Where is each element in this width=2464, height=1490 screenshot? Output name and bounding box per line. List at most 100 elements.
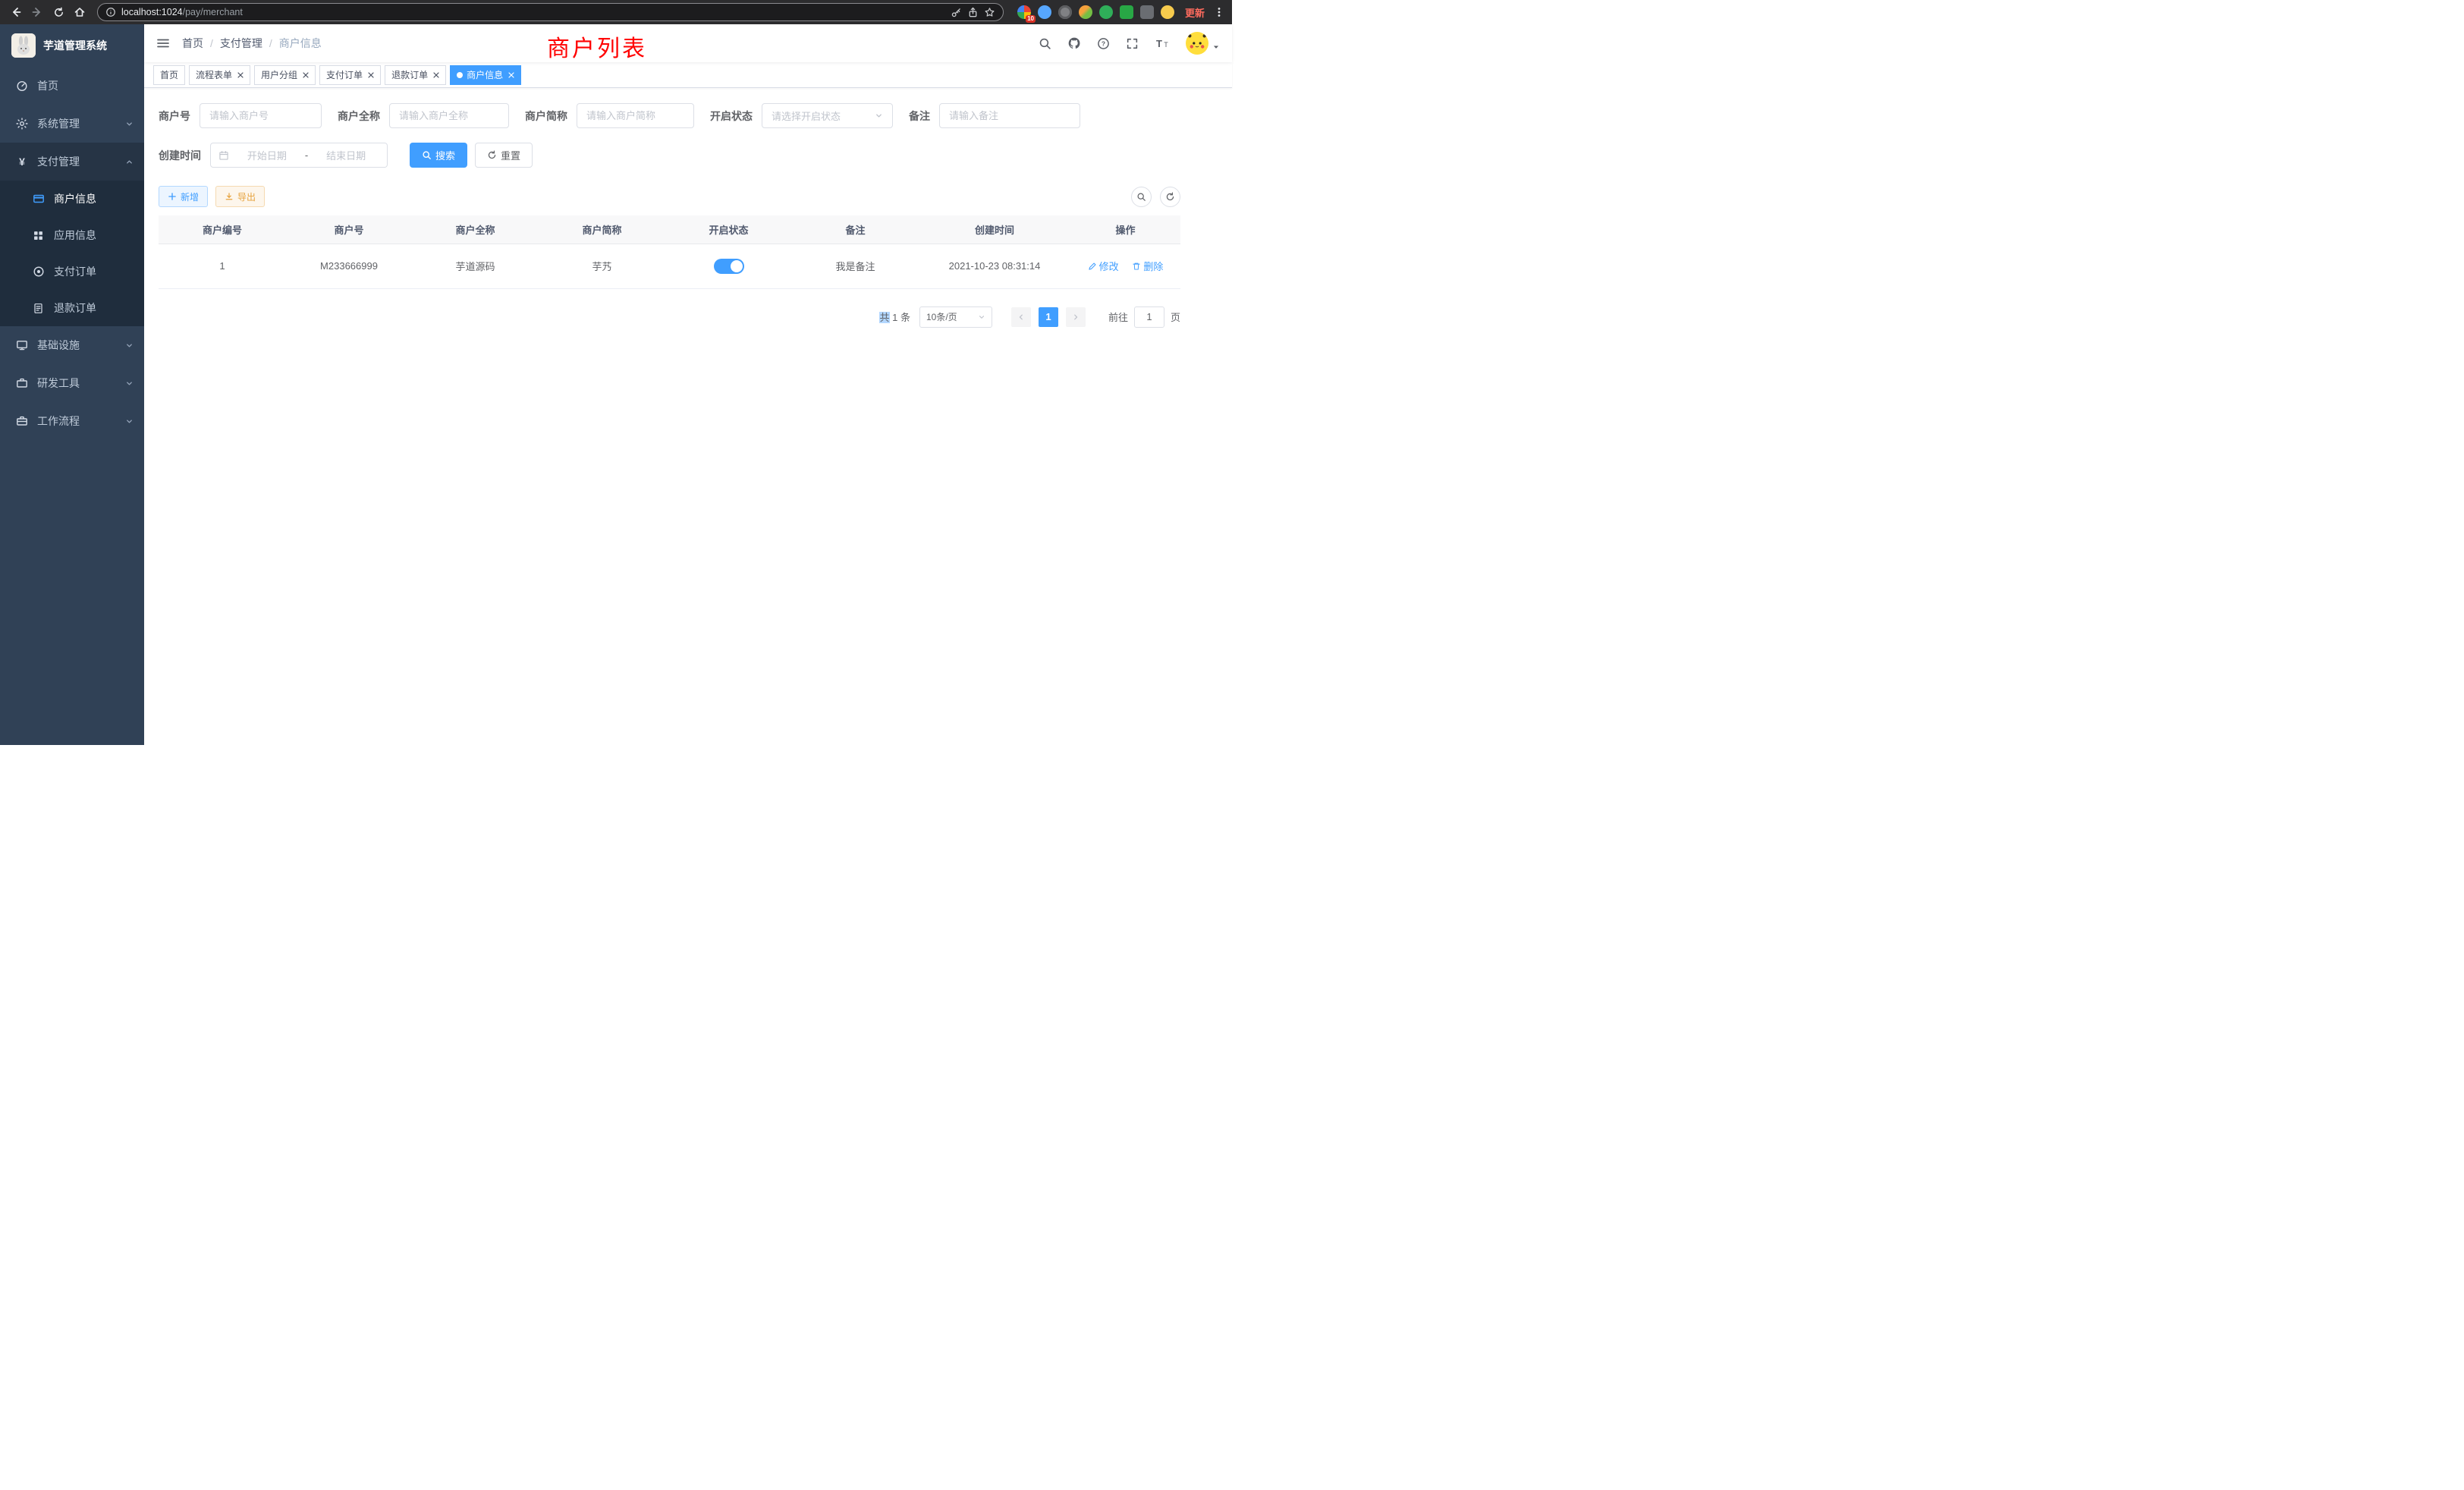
extension-gray-icon[interactable]	[1058, 5, 1072, 19]
reset-button[interactable]: 重置	[475, 143, 533, 168]
url-text: localhost:1024/pay/merchant	[121, 7, 243, 17]
extension-puzzle-icon[interactable]	[1140, 5, 1154, 19]
cell-actions: 修改 删除	[1070, 244, 1180, 288]
svg-text:T: T	[1164, 41, 1168, 49]
browser-update-button[interactable]: 更新	[1185, 5, 1205, 20]
prev-page-button[interactable]	[1011, 307, 1031, 327]
github-icon[interactable]	[1067, 36, 1081, 50]
sidebar-item-label: 基础设施	[37, 338, 80, 353]
sidebar-item-dev-tools[interactable]: 研发工具	[0, 364, 144, 402]
bookmark-star-icon[interactable]	[984, 7, 995, 18]
full-name-input[interactable]	[399, 110, 499, 121]
browser-menu-icon[interactable]	[1214, 6, 1224, 18]
svg-text:T: T	[1156, 38, 1162, 49]
hamburger-icon[interactable]	[156, 36, 170, 50]
extension-green-square-icon[interactable]	[1120, 5, 1133, 19]
browser-refresh-icon[interactable]	[49, 2, 68, 22]
refresh-table-button[interactable]	[1160, 187, 1180, 207]
breadcrumb-payment[interactable]: 支付管理	[220, 36, 262, 51]
cell-short-name: 芋艿	[539, 244, 665, 288]
merchant-no-input[interactable]	[209, 110, 312, 121]
remark-label: 备注	[909, 108, 930, 124]
share-icon[interactable]	[967, 7, 979, 18]
extension-blue-icon[interactable]	[1038, 5, 1051, 19]
sidebar: 芋道管理系统 首页 系统管理 ¥ 支付管理	[0, 24, 144, 745]
fullscreen-icon[interactable]	[1126, 37, 1139, 50]
address-bar[interactable]: localhost:1024/pay/merchant	[97, 3, 1004, 21]
calendar-icon	[218, 150, 229, 161]
short-name-input[interactable]	[586, 110, 684, 121]
create-time-label: 创建时间	[159, 148, 201, 163]
tab-close-icon[interactable]	[433, 72, 439, 78]
tab-user-group[interactable]: 用户分组	[254, 65, 316, 85]
extension-smiley-icon[interactable]	[1161, 5, 1174, 19]
create-time-range-picker[interactable]: 开始日期 - 结束日期	[210, 143, 388, 168]
tab-home[interactable]: 首页	[153, 65, 185, 85]
url-host: localhost:1024	[121, 7, 183, 17]
top-navbar: 首页 / 支付管理 / 商户信息 ? T	[144, 24, 1232, 62]
delete-button[interactable]: 删除	[1132, 259, 1163, 273]
tab-merchant-info[interactable]: 商户信息	[450, 65, 521, 85]
help-icon[interactable]: ?	[1097, 37, 1110, 50]
extension-colorful-icon[interactable]: 10	[1017, 5, 1031, 19]
sidebar-item-workflow[interactable]: 工作流程	[0, 402, 144, 440]
add-button[interactable]: 新增	[159, 186, 208, 207]
col-header-status: 开启状态	[665, 215, 792, 244]
page-size-select[interactable]: 10条/页	[919, 306, 992, 328]
tags-view: 首页 流程表单 用户分组 支付订单 退款订单	[144, 62, 1232, 88]
sidebar-item-label: 研发工具	[37, 376, 80, 391]
sidebar-item-refund-order[interactable]: 退款订单	[0, 290, 144, 326]
toolbox-icon	[15, 377, 28, 389]
page-number-1[interactable]: 1	[1039, 307, 1058, 327]
sidebar-item-label: 首页	[37, 78, 58, 93]
sidebar-item-payment[interactable]: ¥ 支付管理	[0, 143, 144, 181]
search-button[interactable]: 搜索	[410, 143, 467, 168]
sidebar-item-system[interactable]: 系统管理	[0, 105, 144, 143]
tab-close-icon[interactable]	[508, 72, 514, 78]
page-unit-label: 页	[1171, 310, 1180, 324]
password-key-icon[interactable]	[951, 7, 962, 18]
date-end-placeholder: 结束日期	[313, 148, 379, 162]
chevron-down-icon	[125, 379, 134, 388]
extension-avatar-icon[interactable]	[1079, 5, 1092, 19]
next-page-button[interactable]	[1066, 307, 1086, 327]
edit-button[interactable]: 修改	[1088, 259, 1119, 273]
sidebar-item-label: 系统管理	[37, 116, 80, 131]
extension-green-circle-icon[interactable]	[1099, 5, 1113, 19]
browser-home-icon[interactable]	[70, 2, 90, 22]
sidebar-item-app-info[interactable]: 应用信息	[0, 217, 144, 253]
col-header-actions: 操作	[1070, 215, 1180, 244]
app-logo[interactable]: 芋道管理系统	[0, 24, 144, 67]
user-menu[interactable]	[1186, 32, 1220, 55]
tab-pay-order[interactable]: 支付订单	[319, 65, 381, 85]
tab-close-icon[interactable]	[237, 72, 244, 78]
export-button[interactable]: 导出	[215, 186, 265, 207]
browser-back-icon[interactable]	[6, 2, 26, 22]
sidebar-item-merchant-info[interactable]: 商户信息	[0, 181, 144, 217]
sidebar-item-infrastructure[interactable]: 基础设施	[0, 326, 144, 364]
sidebar-item-home[interactable]: 首页	[0, 67, 144, 105]
short-name-label: 商户简称	[525, 108, 567, 124]
tab-label: 退款订单	[391, 68, 428, 81]
tab-process-form[interactable]: 流程表单	[189, 65, 250, 85]
status-toggle[interactable]	[714, 259, 744, 274]
toggle-search-button[interactable]	[1131, 187, 1152, 207]
status-select[interactable]: 请选择开启状态	[762, 103, 893, 128]
sidebar-item-pay-order[interactable]: 支付订单	[0, 253, 144, 290]
tab-close-icon[interactable]	[368, 72, 374, 78]
remark-input[interactable]	[949, 110, 1070, 121]
site-info-icon[interactable]	[105, 7, 116, 17]
breadcrumb-home[interactable]: 首页	[182, 36, 203, 51]
chevron-down-icon	[978, 313, 985, 321]
browser-extensions: 10	[1017, 5, 1174, 19]
browser-forward-icon[interactable]	[27, 2, 47, 22]
status-label: 开启状态	[710, 108, 753, 124]
search-icon[interactable]	[1039, 37, 1051, 50]
tab-refund-order[interactable]: 退款订单	[385, 65, 446, 85]
tab-close-icon[interactable]	[303, 72, 309, 78]
user-avatar[interactable]	[1186, 32, 1208, 55]
font-size-icon[interactable]: TT	[1155, 37, 1170, 50]
chevron-down-icon	[125, 417, 134, 426]
cell-merchant-no: M233666999	[286, 244, 412, 288]
goto-page-input[interactable]	[1134, 306, 1164, 328]
